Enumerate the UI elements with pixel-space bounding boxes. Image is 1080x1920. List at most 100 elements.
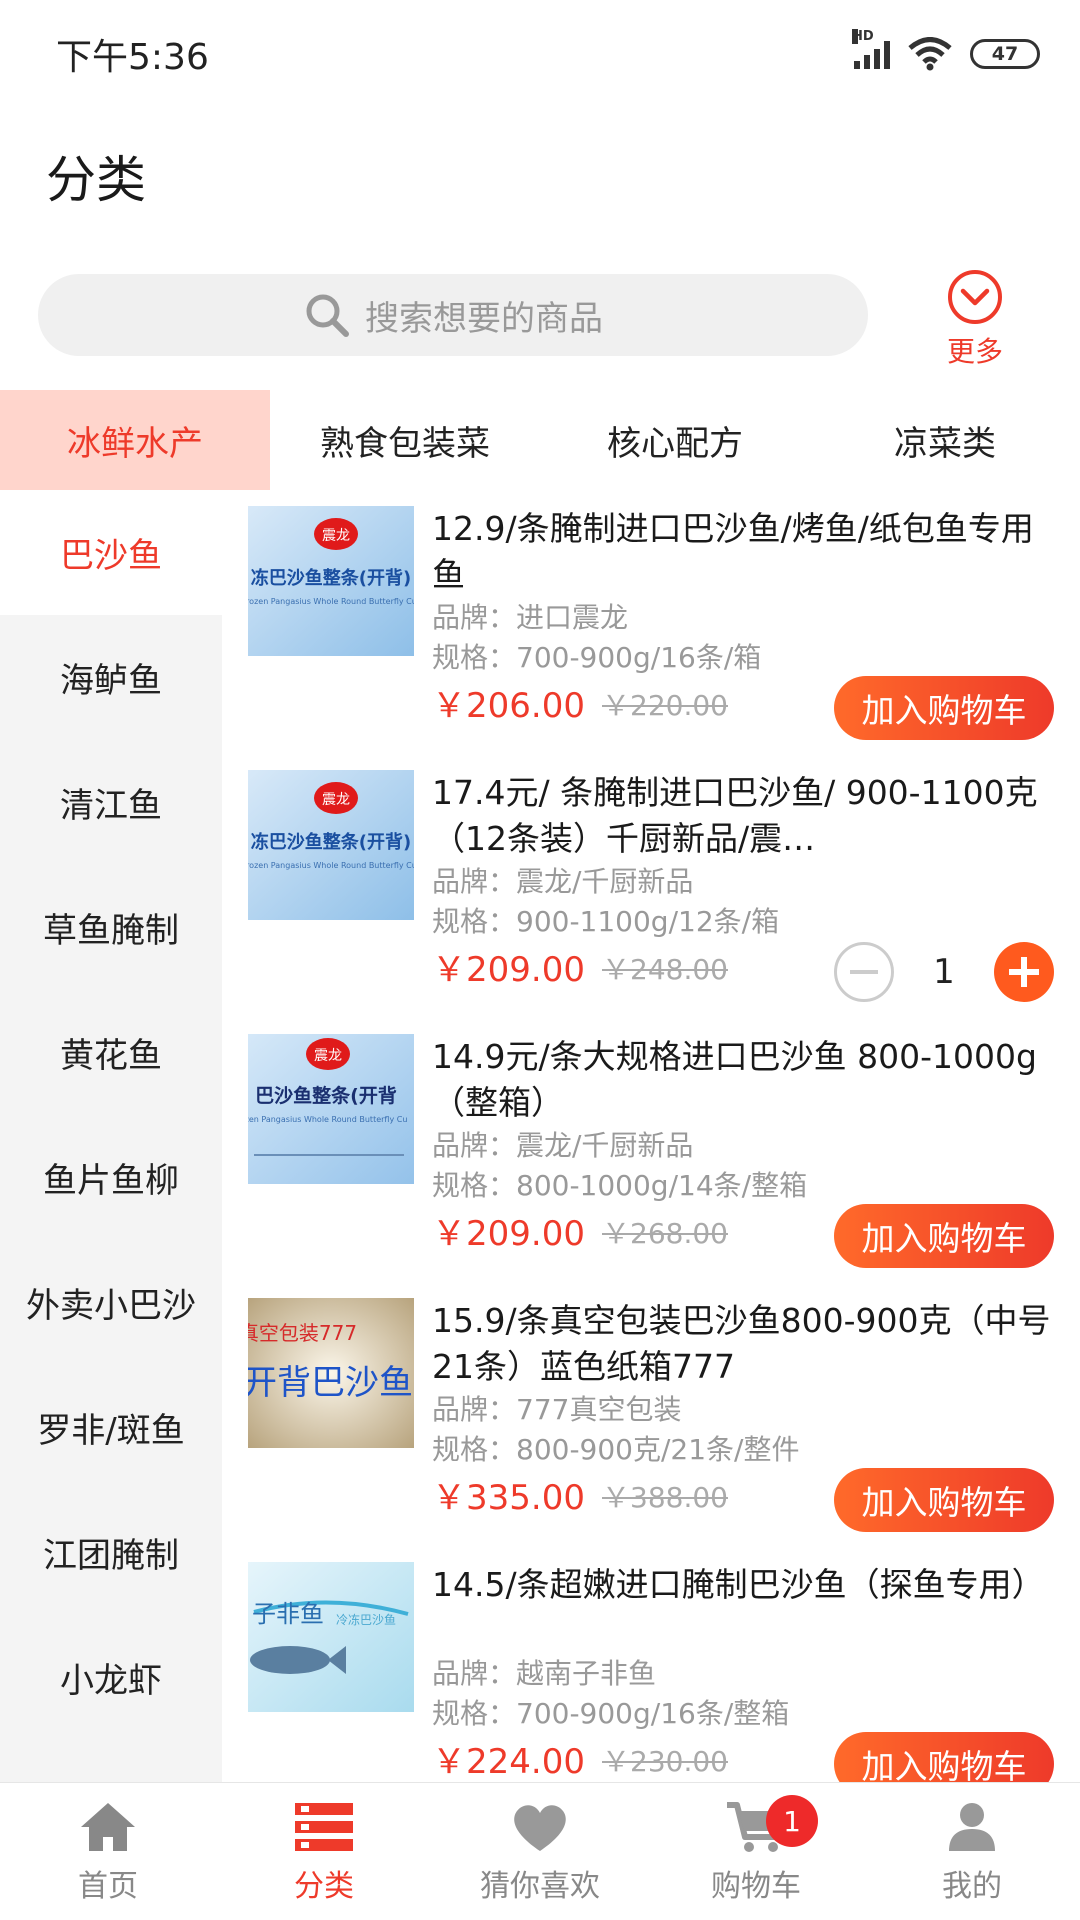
wifi-icon: [908, 37, 952, 71]
add-to-cart-button[interactable]: 加入购物车: [834, 1732, 1054, 1782]
add-to-cart-button[interactable]: 加入购物车: [834, 676, 1054, 740]
product-image[interactable]: 震龙 冻巴沙鱼整条(开背) Frozen Pangasius Whole Rou…: [248, 506, 414, 656]
sidebar-item-jiangtuan[interactable]: 江团腌制: [0, 1490, 222, 1615]
product-title[interactable]: 14.9元/条大规格进口巴沙鱼 800-1000g（整箱）: [432, 1034, 1062, 1126]
product-price: ￥209.00: [432, 950, 585, 990]
product-image-subtext: Frozen Pangasius Whole Round Butterfly C…: [248, 597, 414, 606]
more-label: 更多: [946, 335, 1003, 368]
sidebar-item-crayfish[interactable]: 小龙虾: [0, 1615, 222, 1740]
nav-home[interactable]: 首页: [0, 1783, 216, 1920]
product-image-text: 开背巴沙鱼: [248, 1363, 413, 1403]
nav-label: 购物车: [711, 1869, 801, 1904]
product-image[interactable]: 震龙 冻巴沙鱼整条(开背) Frozen Pangasius Whole Rou…: [248, 770, 414, 920]
add-to-cart-button[interactable]: 加入购物车: [834, 1468, 1054, 1532]
signal-icon: HD: [852, 29, 890, 69]
nav-recommend[interactable]: 猜你喜欢: [432, 1783, 648, 1920]
sidebar-item-grass-carp[interactable]: 草鱼腌制: [0, 865, 222, 990]
product-image[interactable]: 震龙 巴沙鱼整条(开背 zen Pangasius Whole Round Bu…: [248, 1034, 414, 1184]
quantity-value: 1: [933, 952, 955, 992]
product-brand: 品牌：777真空包装: [432, 1393, 682, 1426]
category-tabs: 冰鲜水产 熟食包装菜 核心配方 凉菜类: [0, 390, 1080, 490]
product-brand: 品牌：震龙/千厨新品: [432, 1129, 694, 1162]
product-original-price: ￥248.00: [602, 953, 728, 986]
search-input[interactable]: 搜索想要的商品: [38, 274, 868, 356]
battery-level: 47: [991, 43, 1019, 65]
status-bar: 下午5:36 HD 47: [0, 0, 1080, 108]
nav-category[interactable]: 分类: [216, 1783, 432, 1920]
more-button[interactable]: 更多: [935, 268, 1015, 370]
product-title[interactable]: 14.5/条超嫩进口腌制巴沙鱼（探鱼专用）: [432, 1562, 1062, 1608]
nav-cart[interactable]: 1 购物车: [648, 1783, 864, 1920]
nav-label: 首页: [78, 1869, 138, 1904]
search-icon: [306, 294, 349, 337]
sidebar-item-takeout-basa[interactable]: 外卖小巴沙: [0, 1240, 222, 1365]
sidebar-item-fillet[interactable]: 鱼片鱼柳: [0, 1115, 222, 1240]
product-image[interactable]: 子非鱼 冷冻巴沙鱼: [248, 1562, 414, 1712]
sidebar-item-basa[interactable]: 巴沙鱼: [0, 490, 222, 615]
product-logo-text: 震龙: [322, 792, 350, 808]
tab-fresh-seafood[interactable]: 冰鲜水产: [0, 390, 270, 490]
product-original-price: ￥230.00: [602, 1745, 728, 1778]
status-time: 下午5:36: [56, 37, 209, 78]
product-title[interactable]: 17.4元/ 条腌制进口巴沙鱼/ 900-1100克（12条装）千厨新品/震…: [432, 770, 1062, 862]
sidebar: 巴沙鱼 海鲈鱼 清江鱼 草鱼腌制 黄花鱼 鱼片鱼柳 外卖小巴沙 罗非/斑鱼 江团…: [0, 490, 222, 1782]
product-price: ￥224.00: [432, 1742, 585, 1782]
tab-core-recipe[interactable]: 核心配方: [540, 390, 810, 490]
product-spec: 规格：800-900克/21条/整件: [432, 1433, 800, 1466]
sidebar-item-tilapia[interactable]: 罗非/斑鱼: [0, 1365, 222, 1490]
add-to-cart-button[interactable]: 加入购物车: [834, 1204, 1054, 1268]
product-item[interactable]: 震龙 冻巴沙鱼整条(开背) Frozen Pangasius Whole Rou…: [222, 754, 1080, 1018]
product-brand: 品牌：震龙/千厨新品: [432, 865, 694, 898]
battery-icon: 47: [970, 39, 1040, 69]
product-item[interactable]: 真空包装777 开背巴沙鱼 15.9/条真空包装巴沙鱼800-900克（中号21…: [222, 1282, 1080, 1546]
chevron-down-circle-icon: [948, 270, 1002, 324]
home-icon: [81, 1803, 135, 1851]
nav-label: 我的: [942, 1869, 1002, 1904]
product-image-subtext: Frozen Pangasius Whole Round Butterfly C…: [248, 861, 414, 870]
nav-label: 分类: [294, 1869, 354, 1904]
status-icons: HD 47: [852, 29, 1040, 71]
product-spec: 规格：700-900g/16条/整箱: [432, 1697, 790, 1730]
product-image-text: 子非鱼: [252, 1600, 324, 1628]
product-item[interactable]: 震龙 巴沙鱼整条(开背 zen Pangasius Whole Round Bu…: [222, 1018, 1080, 1282]
category-icon: [295, 1803, 353, 1851]
product-image-subtext: zen Pangasius Whole Round Butterfly Cu: [248, 1115, 407, 1124]
hd-label: HD: [852, 29, 874, 44]
product-title[interactable]: 15.9/条真空包装巴沙鱼800-900克（中号21条）蓝色纸箱777: [432, 1298, 1062, 1390]
product-brand: 品牌：越南子非鱼: [432, 1657, 657, 1690]
quantity-stepper: 1: [834, 940, 1054, 1004]
product-list: 震龙 冻巴沙鱼整条(开背) Frozen Pangasius Whole Rou…: [222, 490, 1080, 1782]
profile-icon: [949, 1803, 995, 1851]
product-image-subtext: 冷冻巴沙鱼: [336, 1612, 396, 1627]
minus-icon: [850, 970, 878, 974]
product-image-text: 冻巴沙鱼整条(开背): [251, 831, 411, 853]
product-logo-text: 震龙: [322, 528, 350, 544]
product-spec: 规格：800-1000g/14条/整箱: [432, 1169, 808, 1202]
heart-icon: [514, 1805, 566, 1851]
product-original-price: ￥220.00: [602, 689, 728, 722]
product-item[interactable]: 子非鱼 冷冻巴沙鱼 14.5/条超嫩进口腌制巴沙鱼（探鱼专用） 品牌：越南子非鱼…: [222, 1546, 1080, 1782]
product-image-top-text: 真空包装777: [248, 1321, 357, 1345]
decrease-quantity-button[interactable]: [834, 942, 894, 1002]
cart-badge: 1: [766, 1795, 818, 1847]
nav-label: 猜你喜欢: [480, 1869, 600, 1904]
product-original-price: ￥268.00: [602, 1217, 728, 1250]
product-item[interactable]: 震龙 冻巴沙鱼整条(开背) Frozen Pangasius Whole Rou…: [222, 490, 1080, 754]
product-title[interactable]: 12.9/条腌制进口巴沙鱼/烤鱼/纸包鱼专用鱼: [432, 506, 1062, 598]
product-price: ￥209.00: [432, 1214, 585, 1254]
product-original-price: ￥388.00: [602, 1481, 728, 1514]
increase-quantity-button[interactable]: [993, 942, 1054, 1002]
page-title: 分类: [46, 151, 146, 209]
sidebar-item-croaker[interactable]: 黄花鱼: [0, 990, 222, 1115]
tab-cold-dishes[interactable]: 凉菜类: [810, 390, 1080, 490]
tab-cooked-packaged[interactable]: 熟食包装菜: [270, 390, 540, 490]
product-image[interactable]: 真空包装777 开背巴沙鱼: [248, 1298, 414, 1448]
product-brand: 品牌：进口震龙: [432, 601, 629, 634]
bottom-nav: 首页 分类 猜你喜欢 1 购物车 我的: [0, 1782, 1080, 1920]
nav-profile[interactable]: 我的: [864, 1783, 1080, 1920]
sidebar-item-sea-bass[interactable]: 海鲈鱼: [0, 615, 222, 740]
product-logo-text: 震龙: [314, 1048, 342, 1064]
product-image-text: 巴沙鱼整条(开背: [255, 1084, 397, 1107]
sidebar-item-qingjiang[interactable]: 清江鱼: [0, 740, 222, 865]
product-price: ￥206.00: [432, 686, 585, 726]
